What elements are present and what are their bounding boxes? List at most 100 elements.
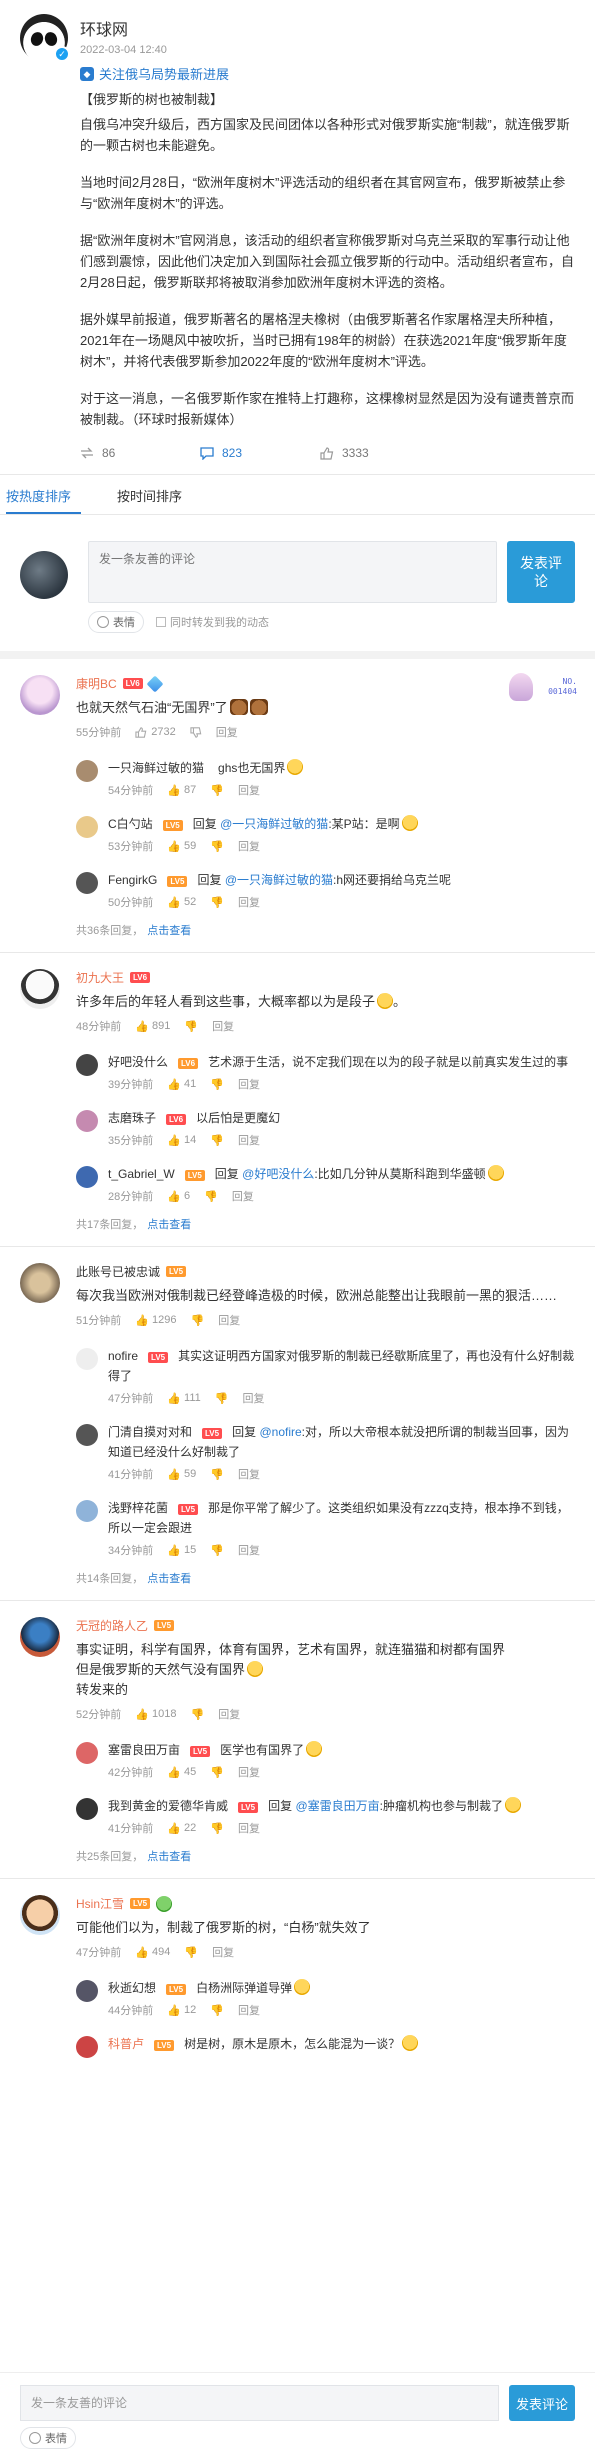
replier-name[interactable]: 塞雷良田万亩 [108,1743,180,1757]
reply-button[interactable]: 回复 [216,724,238,740]
commenter-name[interactable]: 初九大王 [76,969,124,986]
reply-like-button[interactable]: 👍 59 [167,840,196,853]
reply-button[interactable]: 回复 [212,1944,234,1960]
reply-button[interactable]: 回复 [238,1132,260,1148]
comment-like-button[interactable]: 👍 1018 [135,1708,176,1721]
replier-avatar[interactable] [76,872,98,894]
replier-avatar[interactable] [76,760,98,782]
reply-button[interactable]: 回复 [212,1018,234,1034]
reply-button[interactable]: 回复 [238,894,260,910]
reply-button[interactable]: 回复 [242,1390,264,1406]
dislike-button[interactable]: 👎 [184,1946,198,1959]
sticky-comment-input[interactable]: 发一条友善的评论 [20,2385,499,2421]
replier-name[interactable]: 好吧没什么 [108,1055,168,1069]
reply-button[interactable]: 回复 [238,1820,260,1836]
reply-like-button[interactable]: 👍 22 [167,1822,196,1835]
reply-button[interactable]: 回复 [238,1542,260,1558]
comment-like-button[interactable]: 👍 494 [135,1946,170,1959]
dislike-button[interactable] [190,726,202,738]
reply-dislike-button[interactable]: 👎 [210,1468,224,1481]
reply-like-button[interactable]: 👍 59 [167,1468,196,1481]
commenter-avatar[interactable] [20,1263,60,1303]
reply-like-button[interactable]: 👍 111 [167,1392,201,1405]
dislike-button[interactable]: 👎 [191,1314,205,1327]
replier-name[interactable]: 科普卢 [108,2037,144,2051]
replier-avatar[interactable] [76,1798,98,1820]
see-more-link[interactable]: 点击查看 [147,925,191,937]
replier-avatar[interactable] [76,1110,98,1132]
sticky-submit-button[interactable]: 发表评论 [509,2385,575,2421]
reply-button[interactable]: 回复 [238,1764,260,1780]
replier-name[interactable]: 门清自摸对对和 [108,1425,192,1439]
reply-button[interactable]: 回复 [218,1706,240,1722]
emoji-button[interactable]: 表情 [88,611,144,633]
reply-button[interactable]: 回复 [218,1312,240,1328]
replier-name[interactable]: 我到黄金的爱德华肯威 [108,1799,228,1813]
replier-name[interactable]: nofire [108,1349,138,1363]
commenter-avatar[interactable] [20,675,60,715]
dislike-button[interactable]: 👎 [191,1708,205,1721]
replier-name[interactable]: 一只海鲜过敏的猫 [108,761,204,775]
sticky-emoji-button[interactable]: 表情 [20,2427,76,2449]
reply-button[interactable]: 回复 [238,1076,260,1092]
see-more-link[interactable]: 点击查看 [147,1851,191,1863]
reply-button[interactable]: 回复 [238,2002,260,2018]
reply-like-button[interactable]: 👍 52 [167,896,196,909]
replier-name[interactable]: C白勺站 [108,817,153,831]
replier-avatar[interactable] [76,816,98,838]
tab-sort-hot[interactable]: 按热度排序 [6,486,82,514]
tab-sort-time[interactable]: 按时间排序 [117,486,192,514]
commenter-name[interactable]: 此账号已被忠诚 [76,1263,160,1280]
reply-dislike-button[interactable]: 👎 [210,896,224,909]
mention-link[interactable]: @nofire [259,1425,301,1439]
comment-button[interactable]: 823 [200,446,320,460]
comment-like-button[interactable]: 2732 [135,726,176,738]
reply-dislike-button[interactable]: 👎 [204,1190,218,1203]
repost-checkbox[interactable] [156,617,166,627]
replier-avatar[interactable] [76,1166,98,1188]
reply-dislike-button[interactable]: 👎 [210,1134,224,1147]
commenter-avatar[interactable] [20,969,60,1009]
reply-dislike-button[interactable]: 👎 [210,2004,224,2017]
replier-avatar[interactable] [76,1424,98,1446]
reply-button[interactable]: 回复 [238,1466,260,1482]
replier-name[interactable]: FengirkG [108,873,157,887]
replier-name[interactable]: 浅野梓花菌 [108,1501,168,1515]
mention-link[interactable]: @好吧没什么 [242,1167,314,1181]
repost-button[interactable]: 86 [80,446,200,460]
reply-dislike-button[interactable]: 👎 [210,1544,224,1557]
commenter-avatar[interactable] [20,1617,60,1657]
author-name[interactable]: 环球网 [80,16,229,40]
author-avatar[interactable]: ✓ [20,14,70,62]
replier-avatar[interactable] [76,2036,98,2058]
reply-dislike-button[interactable]: 👎 [210,784,224,797]
replier-avatar[interactable] [76,1348,98,1370]
commenter-avatar[interactable] [20,1895,60,1935]
replier-avatar[interactable] [76,1980,98,2002]
replier-name[interactable]: t_Gabriel_W [108,1167,175,1181]
topic-link[interactable]: ◆ 关注俄乌局势最新进展 [80,64,229,83]
replier-name[interactable]: 志磨珠子 [108,1111,156,1125]
replier-avatar[interactable] [76,1054,98,1076]
reply-like-button[interactable]: 👍 6 [167,1190,190,1203]
reply-like-button[interactable]: 👍 45 [167,1766,196,1779]
reply-dislike-button[interactable]: 👎 [210,840,224,853]
reply-button[interactable]: 回复 [238,782,260,798]
like-button[interactable]: 3333 [320,446,440,460]
submit-comment-button[interactable]: 发表评论 [507,541,575,603]
commenter-name[interactable]: Hsin江雪 [76,1895,124,1912]
reply-dislike-button[interactable]: 👎 [210,1078,224,1091]
reply-like-button[interactable]: 👍 87 [167,784,196,797]
see-more-link[interactable]: 点击查看 [147,1573,191,1585]
replier-avatar[interactable] [76,1742,98,1764]
comment-like-button[interactable]: 👍 891 [135,1020,170,1033]
replier-avatar[interactable] [76,1500,98,1522]
reply-like-button[interactable]: 👍 12 [167,2004,196,2017]
comment-input[interactable] [88,541,497,603]
reply-button[interactable]: 回复 [238,838,260,854]
see-more-link[interactable]: 点击查看 [147,1219,191,1231]
mention-link[interactable]: @一只海鲜过敏的猫 [225,873,333,887]
reply-dislike-button[interactable]: 👎 [210,1766,224,1779]
mention-link[interactable]: @一只海鲜过敏的猫 [220,817,328,831]
dislike-button[interactable]: 👎 [184,1020,198,1033]
